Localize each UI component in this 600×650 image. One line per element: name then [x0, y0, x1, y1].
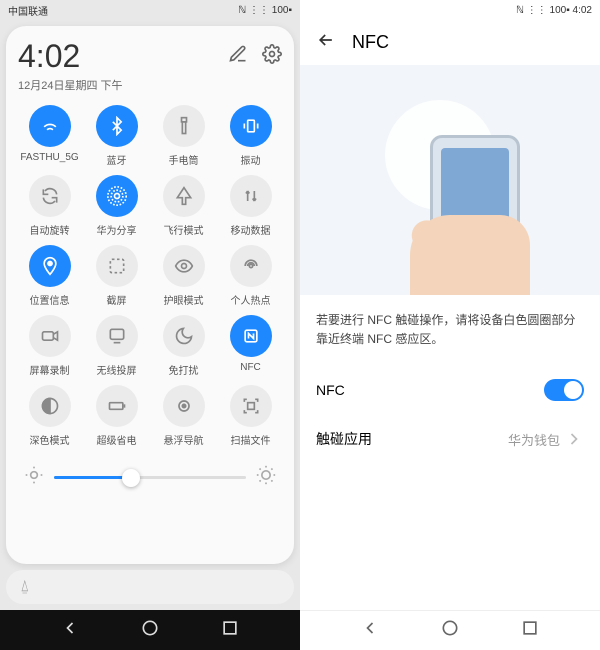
clock-date: 12月24日星期四 下午: [18, 77, 228, 93]
tile-location[interactable]: 位置信息: [18, 245, 81, 307]
nfc-illustration: [300, 65, 600, 295]
tile-share[interactable]: 华为分享: [85, 175, 148, 237]
tile-label: 超级省电: [97, 432, 137, 447]
back-icon[interactable]: [316, 30, 336, 55]
tile-label: 蓝牙: [107, 152, 127, 167]
notification-bar[interactable]: ⍙: [6, 570, 294, 604]
eye-icon[interactable]: [163, 245, 205, 287]
share-icon[interactable]: [96, 175, 138, 217]
nav-recent-icon[interactable]: [220, 618, 240, 643]
brightness-high-icon: [256, 465, 276, 490]
tile-label: 屏幕录制: [30, 362, 70, 377]
touch-app-row[interactable]: 触碰应用 华为钱包: [300, 415, 600, 463]
nav-recent-icon[interactable]: [520, 618, 540, 643]
usb-icon: ⍙: [20, 578, 30, 596]
nfc-toggle-label: NFC: [316, 382, 345, 398]
tile-hotspot[interactable]: 个人热点: [219, 245, 282, 307]
tile-eye[interactable]: 护眼模式: [152, 245, 215, 307]
tile-record[interactable]: 屏幕录制: [18, 315, 81, 377]
dark-icon[interactable]: [29, 385, 71, 427]
tile-rotate[interactable]: 自动旋转: [18, 175, 81, 237]
tile-vibrate[interactable]: 振动: [219, 105, 282, 167]
touch-app-label: 触碰应用: [316, 429, 372, 449]
tile-bluetooth[interactable]: 蓝牙: [85, 105, 148, 167]
chevron-right-icon: [564, 429, 584, 449]
tile-label: 华为分享: [97, 222, 137, 237]
tile-label: 悬浮导航: [164, 432, 204, 447]
scan-icon[interactable]: [230, 385, 272, 427]
nav-back-icon[interactable]: [360, 618, 380, 643]
float-icon[interactable]: [163, 385, 205, 427]
tile-label: FASTHU_5G: [20, 152, 78, 163]
touch-app-value: 华为钱包: [508, 430, 560, 449]
hotspot-icon[interactable]: [230, 245, 272, 287]
data-icon[interactable]: [230, 175, 272, 217]
nfc-toggle-row[interactable]: NFC: [300, 365, 600, 415]
tile-label: 手电筒: [169, 152, 199, 167]
tile-label: 飞行模式: [164, 222, 204, 237]
status-icons: ℕ ⋮⋮ 100▪: [238, 5, 292, 16]
brightness-low-icon: [24, 465, 44, 490]
tile-label: 自动旋转: [30, 222, 70, 237]
edit-icon[interactable]: [228, 44, 248, 69]
tile-label: 振动: [241, 152, 261, 167]
tile-label: 扫描文件: [231, 432, 271, 447]
nfc-toggle[interactable]: [544, 379, 584, 401]
nav-bar: [300, 610, 600, 650]
wifi-icon[interactable]: [29, 105, 71, 147]
tile-label: 深色模式: [30, 432, 70, 447]
tile-scan[interactable]: 扫描文件: [219, 385, 282, 447]
battery-icon[interactable]: [96, 385, 138, 427]
status-icons: ℕ ⋮⋮ 100▪ 4:02: [516, 5, 592, 16]
page-title: NFC: [352, 32, 389, 53]
carrier-label: 中国联通: [8, 3, 238, 18]
quick-settings-panel: 4:02 12月24日星期四 下午 FASTHU_5G 蓝牙 手电筒 振动自动旋转 华为…: [6, 26, 294, 564]
tile-label: 免打扰: [169, 362, 199, 377]
tile-screenshot[interactable]: 截屏: [85, 245, 148, 307]
tile-cast[interactable]: 无线投屏: [85, 315, 148, 377]
location-icon[interactable]: [29, 245, 71, 287]
tile-label: NFC: [240, 362, 261, 373]
tile-wifi[interactable]: FASTHU_5G: [18, 105, 81, 167]
clock-time: 4:02: [18, 38, 228, 75]
cast-icon[interactable]: [96, 315, 138, 357]
tile-nfc[interactable]: NFC: [219, 315, 282, 377]
tile-airplane[interactable]: 飞行模式: [152, 175, 215, 237]
tile-label: 截屏: [107, 292, 127, 307]
nav-home-icon[interactable]: [140, 618, 160, 643]
nav-bar: [0, 610, 300, 650]
record-icon[interactable]: [29, 315, 71, 357]
flashlight-icon[interactable]: [163, 105, 205, 147]
settings-icon[interactable]: [262, 44, 282, 69]
tile-label: 护眼模式: [164, 292, 204, 307]
tile-dnd[interactable]: 免打扰: [152, 315, 215, 377]
tile-label: 位置信息: [30, 292, 70, 307]
status-bar-left: 中国联通 ℕ ⋮⋮ 100▪: [0, 0, 300, 20]
nfc-icon[interactable]: [230, 315, 272, 357]
tile-flashlight[interactable]: 手电筒: [152, 105, 215, 167]
tile-dark[interactable]: 深色模式: [18, 385, 81, 447]
screenshot-icon[interactable]: [96, 245, 138, 287]
tile-float[interactable]: 悬浮导航: [152, 385, 215, 447]
airplane-icon[interactable]: [163, 175, 205, 217]
dnd-icon[interactable]: [163, 315, 205, 357]
tile-battery[interactable]: 超级省电: [85, 385, 148, 447]
brightness-slider[interactable]: [54, 476, 246, 479]
bluetooth-icon[interactable]: [96, 105, 138, 147]
tile-label: 无线投屏: [97, 362, 137, 377]
status-bar-right: ℕ ⋮⋮ 100▪ 4:02: [300, 0, 600, 20]
tile-label: 移动数据: [231, 222, 271, 237]
brightness-slider-row: [18, 465, 282, 490]
nav-back-icon[interactable]: [60, 618, 80, 643]
rotate-icon[interactable]: [29, 175, 71, 217]
tile-data[interactable]: 移动数据: [219, 175, 282, 237]
nav-home-icon[interactable]: [440, 618, 460, 643]
tile-label: 个人热点: [231, 292, 271, 307]
vibrate-icon[interactable]: [230, 105, 272, 147]
nfc-description: 若要进行 NFC 触碰操作，请将设备白色圆圈部分靠近终端 NFC 感应区。: [300, 295, 600, 365]
